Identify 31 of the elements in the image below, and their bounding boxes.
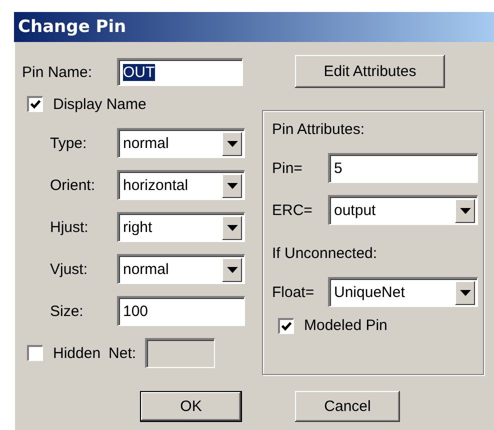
checkbox-label: Display Name: [53, 96, 146, 112]
checkbox[interactable]: [278, 318, 294, 334]
checkbox-label: Hidden: [53, 344, 101, 362]
field-label: Float=: [272, 284, 316, 300]
checkbox[interactable]: [27, 96, 43, 112]
field-label: ERC=: [272, 202, 314, 218]
dropdown[interactable]: horizontal: [117, 170, 245, 200]
field-label: Pin=: [272, 160, 304, 176]
dropdown[interactable]: output: [328, 195, 478, 225]
field-label: Size:: [50, 302, 84, 320]
field-label: Net:: [108, 344, 138, 362]
text-field[interactable]: 100: [117, 296, 245, 326]
edit-attributes-button[interactable]: Edit Attributes: [295, 55, 445, 88]
dropdown[interactable]: UniqueNet: [328, 277, 478, 307]
dropdown[interactable]: normal: [117, 254, 245, 284]
section-label: If Unconnected:: [272, 245, 378, 264]
pin-name-field[interactable]: OUT: [117, 58, 243, 86]
dropdown[interactable]: right: [117, 212, 245, 242]
ok-button[interactable]: OK: [140, 391, 242, 422]
field-label: Pin Name:: [22, 64, 94, 80]
window-title: Change Pin: [18, 17, 126, 37]
checkbox-label: Modeled Pin: [304, 317, 388, 334]
checkbox[interactable]: [27, 345, 43, 361]
cancel-button[interactable]: Cancel: [295, 391, 400, 422]
field-label: Vjust:: [50, 260, 89, 278]
field-label: Hjust:: [50, 218, 90, 236]
field-label: Orient:: [50, 176, 96, 194]
field-label: Type:: [50, 134, 88, 152]
section-label: Pin Attributes:: [272, 121, 366, 140]
dropdown[interactable]: normal: [117, 128, 245, 158]
text-field[interactable]: 5: [328, 153, 478, 183]
